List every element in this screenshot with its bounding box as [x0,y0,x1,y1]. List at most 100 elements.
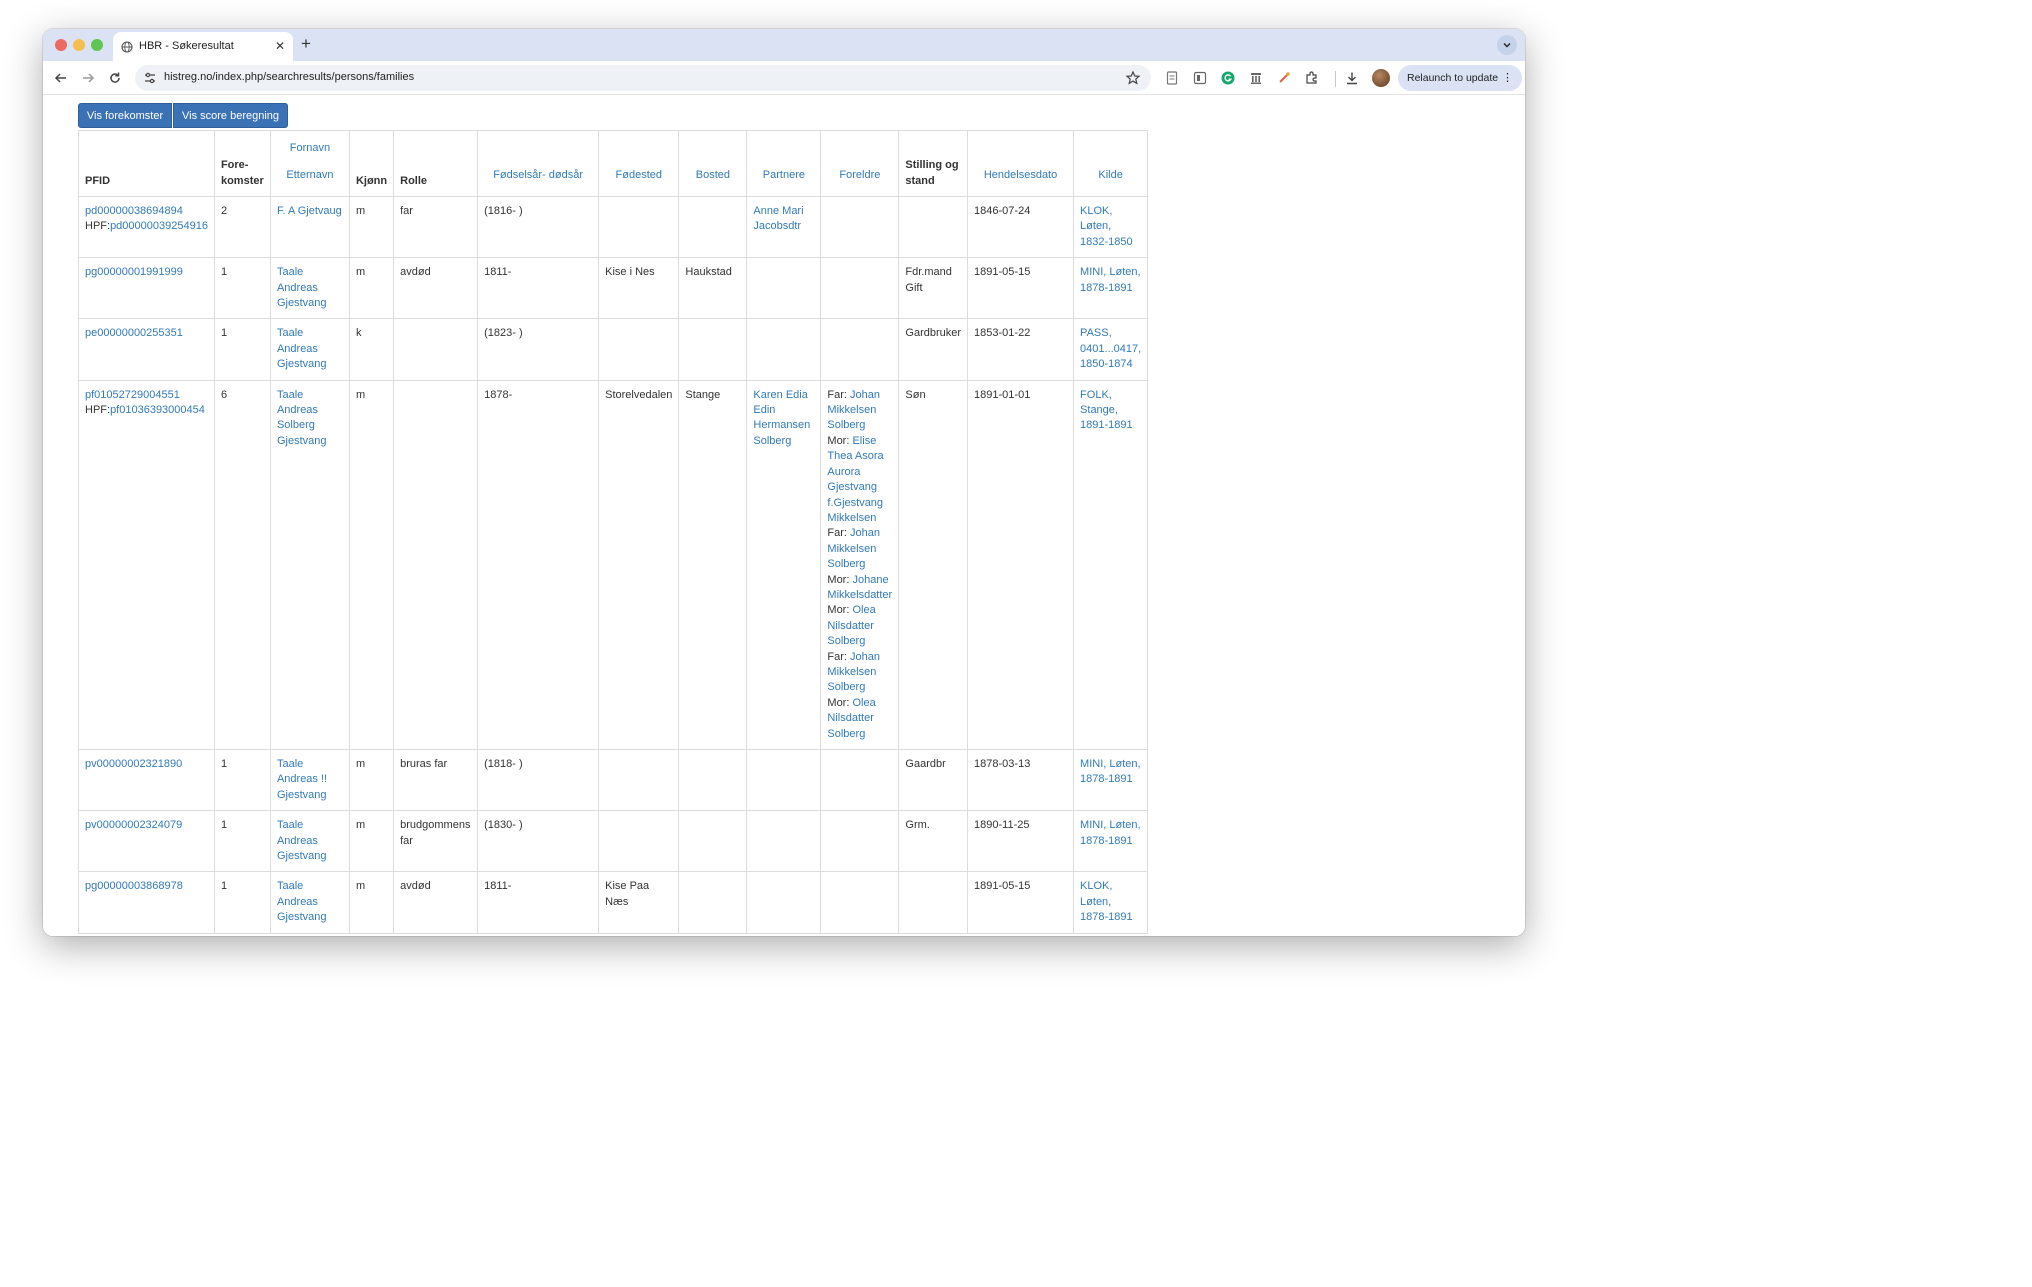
header-gender: Kjønn [348,130,395,197]
cell-position [898,871,969,934]
reload-icon[interactable] [106,69,124,87]
source-link[interactable]: KLOK, Løten, 1832-1850 [1080,205,1133,248]
person-name-link[interactable]: Taale Andreas Gjestvang [277,880,327,923]
sort-by-birthplace-link[interactable]: Fødested [598,130,680,197]
cell-occurrences: 1 [213,810,271,873]
sort-by-residence-link[interactable]: Bosted [678,130,748,197]
parent-link[interactable]: Elise Thea Asora Aurora Gjestvang f.Gjes… [827,435,883,524]
relaunch-label: Relaunch to update [1407,72,1499,84]
partner-link[interactable]: Anne Mari Jacobsdtr [753,205,803,232]
sort-by-partners-link[interactable]: Partnere [746,130,822,197]
hpf-link[interactable]: pf01036393000454 [110,404,205,416]
cell-birthplace [598,195,680,259]
pfid-link[interactable]: pe00000000255351 [85,327,183,339]
show-score-calculation-button[interactable]: Vis score beregning [173,103,288,128]
cell-residence [678,748,748,812]
cell-position: Søn [898,379,969,751]
cell-partners [746,871,822,934]
page-content: Vis forekomster Vis score beregning PFID… [43,96,1525,936]
pfid-link[interactable]: pv00000002324079 [85,819,182,831]
sort-by-last-name-link[interactable]: Etternavn [286,169,333,181]
sort-by-event-date-link[interactable]: Hendelsesdato [967,130,1075,197]
address-bar[interactable]: histreg.no/index.php/searchresults/perso… [135,65,1151,91]
more-menu-icon[interactable]: ⋮ [1502,65,1513,91]
cell-name: F. A Gjetvaug [269,195,350,259]
person-name-link[interactable]: Taale Andreas Gjestvang [277,819,327,862]
cell-occurrences: 1 [213,871,271,934]
back-arrow-icon[interactable] [52,69,70,87]
tab-search-button[interactable] [1497,35,1517,55]
cell-partners [746,318,822,381]
source-link[interactable]: FOLK, Stange, 1891-1891 [1080,389,1133,432]
cell-birthplace [598,318,680,381]
cell-source: KLOK, Løten, 1878-1891 [1073,871,1149,934]
table-row: pg00000001991999 1 Taale Andreas Gjestva… [78,257,1149,320]
cell-source: MINI, Løten, 1878-1891 [1073,810,1149,873]
source-link[interactable]: KLOK, Løten, 1878-1891 [1080,880,1133,923]
close-tab-icon[interactable]: ✕ [275,39,285,53]
source-link[interactable]: MINI, Løten, 1878-1891 [1080,266,1141,293]
cell-event-date: 1853-01-22 [967,318,1075,381]
cell-partners [746,748,822,812]
cell-partners [746,257,822,320]
parent-label: Mor: [827,434,853,447]
cell-birth-death: (1830- ) [477,810,600,873]
cell-occurrences: 1 [213,318,271,381]
cell-birth-death: 1811- [477,871,600,934]
grammarly-icon[interactable] [1220,70,1236,86]
partner-link[interactable]: Karen Edia Edin Hermansen Solberg [753,389,810,447]
source-link[interactable]: MINI, Løten, 1878-1891 [1080,819,1141,846]
sort-by-source-link[interactable]: Kilde [1073,130,1149,197]
profile-avatar[interactable] [1372,69,1390,87]
close-window-button[interactable] [55,39,67,51]
parent-label: Far: [827,388,851,401]
person-name-link[interactable]: F. A Gjetvaug [277,205,342,217]
forward-arrow-icon[interactable] [79,69,97,87]
sort-by-birth-death-link[interactable]: Fødselsår- dødsår [477,130,600,197]
pfid-link[interactable]: pg00000003868978 [85,880,183,892]
cell-pfid: pd00000038694894 HPF:pd00000039254916 [78,195,215,259]
cell-event-date: 1890-11-25 [967,810,1075,873]
person-name-link[interactable]: Taale Andreas Solberg Gjestvang [277,389,327,447]
cell-source: MINI, Løten, 1878-1891 [1073,257,1149,320]
parent-label: Far: [827,527,851,540]
maximize-window-button[interactable] [91,39,103,51]
cell-gender: m [348,379,395,751]
hpf-link[interactable]: pd00000039254916 [110,220,208,232]
pfid-link[interactable]: pf01052729004551 [85,389,180,401]
sort-by-first-name-link[interactable]: Fornavn [277,141,343,156]
cell-parents [820,195,900,259]
show-occurrences-button[interactable]: Vis forekomster [78,103,172,128]
cell-role [393,318,479,381]
cell-gender: m [348,748,395,812]
sort-by-parents-link[interactable]: Foreldre [820,130,900,197]
new-tab-button[interactable]: + [301,35,311,53]
document-icon[interactable] [1164,70,1180,86]
site-settings-icon[interactable] [143,71,157,85]
download-icon[interactable] [1344,70,1360,86]
reader-extension-icon[interactable] [1192,70,1208,86]
url-text: histreg.no/index.php/searchresults/perso… [164,71,415,83]
extensions-puzzle-icon[interactable] [1304,70,1320,86]
browser-tab-active[interactable]: HBR - Søkeresultat ✕ [113,32,293,61]
pfid-link[interactable]: pv00000002321890 [85,758,182,770]
cell-partners: Anne Mari Jacobsdtr [746,195,822,259]
source-link[interactable]: MINI, Løten, 1878-1891 [1080,758,1141,785]
relaunch-to-update-button[interactable]: Relaunch to update ⋮ [1398,65,1522,91]
source-link[interactable]: PASS, 0401...0417, 1850-1874 [1080,327,1141,370]
cell-source: KLOK, Løten, 1832-1850 [1073,195,1149,259]
cell-role: brudgommens far [393,810,479,873]
color-picker-icon[interactable] [1276,70,1292,86]
pfid-link[interactable]: pd00000038694894 [85,205,183,217]
globe-icon [121,41,133,53]
person-name-link[interactable]: Taale Andreas Gjestvang [277,327,327,370]
archive-extension-icon[interactable] [1248,70,1264,86]
cell-role [393,379,479,751]
header-role: Rolle [393,130,479,197]
bookmark-star-icon[interactable] [1125,70,1141,86]
table-row: pg00000003868978 1 Taale Andreas Gjestva… [78,871,1149,934]
person-name-link[interactable]: Taale Andreas !! Gjestvang [277,758,327,801]
person-name-link[interactable]: Taale Andreas Gjestvang [277,266,327,309]
minimize-window-button[interactable] [73,39,85,51]
pfid-link[interactable]: pg00000001991999 [85,266,183,278]
